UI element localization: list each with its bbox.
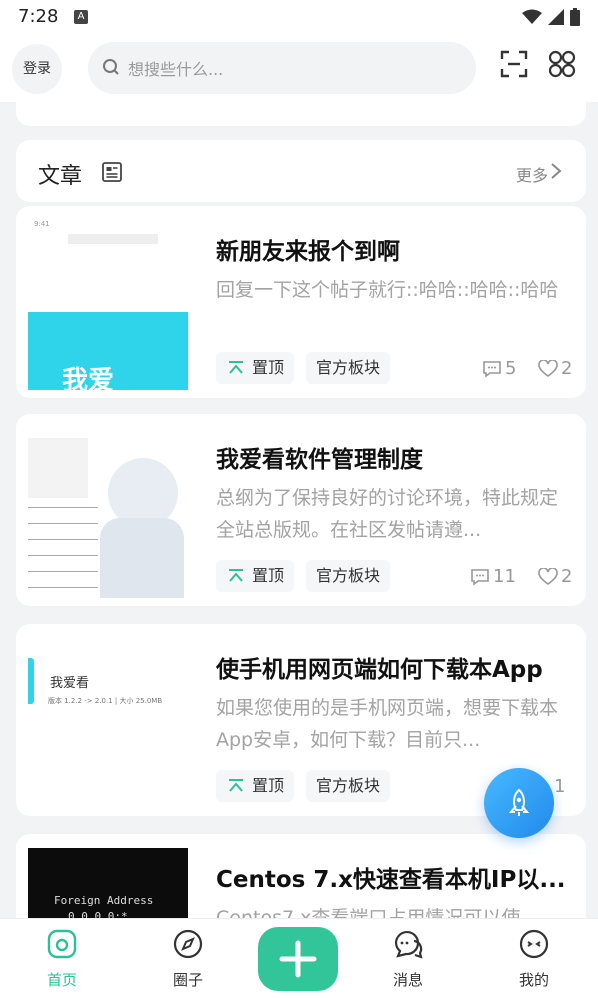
pin-top-icon bbox=[229, 779, 243, 792]
pin-top-icon bbox=[229, 569, 243, 582]
article-title: 使手机用网页端如何下载本App bbox=[216, 657, 543, 683]
comment-count[interactable]: 11 bbox=[470, 566, 516, 587]
tab-label: 我的 bbox=[518, 971, 549, 989]
like-count[interactable]: 2 bbox=[538, 358, 572, 379]
comment-count[interactable]: 5 bbox=[482, 358, 516, 379]
comment-value: 11 bbox=[493, 566, 516, 587]
system-icons bbox=[522, 8, 580, 26]
article-card[interactable]: 我爱看软件管理制度 总纲为了保持良好的讨论环境，特此规定全站总版规。在社区发帖请… bbox=[16, 414, 586, 606]
chevron-right-icon[interactable] bbox=[550, 162, 562, 180]
like-value: 2 bbox=[561, 566, 573, 587]
pinned-tag: 置顶 bbox=[216, 770, 295, 802]
comment-icon bbox=[471, 568, 489, 586]
signal-icon bbox=[548, 9, 564, 25]
like-count[interactable]: 2 bbox=[538, 566, 572, 587]
status-bar: 7:28 A bbox=[0, 0, 598, 34]
like-value: 2 bbox=[561, 358, 573, 379]
login-button[interactable]: 登录 bbox=[12, 44, 62, 94]
tab-me[interactable]: 我的 bbox=[494, 929, 574, 990]
search-icon bbox=[103, 59, 119, 75]
thumbnail-text: 我爱 bbox=[62, 366, 115, 390]
article-desc: 如果您使用的是手机网页端，想要下载本App安卓，如何下载？目前只... bbox=[216, 697, 559, 751]
article-title: 新朋友来报个到啊 bbox=[216, 239, 400, 265]
article-icon bbox=[102, 162, 122, 182]
article-thumbnail: Foreign Address 0.0.0.0:* bbox=[28, 848, 188, 918]
thumbnail-subtext: 版本 1.2.2 -> 2.0.1 | 大小 25.0MB bbox=[48, 697, 163, 705]
section-title: 文章 bbox=[38, 164, 83, 189]
tab-label: 圈子 bbox=[172, 971, 203, 989]
thumbnail-text: Foreign Address bbox=[54, 894, 154, 907]
compass-icon bbox=[173, 929, 203, 959]
thumbnail-subtext: 0.0.0.0:* bbox=[68, 910, 128, 918]
bottom-tab-bar: 首页 圈子 消息 我的 bbox=[0, 918, 598, 998]
articles-section-header: 文章 更多 bbox=[16, 140, 586, 202]
rocket-icon bbox=[508, 788, 530, 816]
notification-badge-icon: A bbox=[74, 10, 88, 24]
article-thumbnail: 9:41 我爱 bbox=[28, 220, 188, 390]
pin-top-icon bbox=[229, 361, 243, 374]
heart-icon bbox=[538, 359, 558, 377]
grid-menu-icon[interactable] bbox=[548, 50, 576, 78]
board-tag[interactable]: 官方板块 bbox=[306, 352, 391, 384]
battery-icon bbox=[570, 8, 580, 26]
article-title: Centos 7.x快速查看本机IP以... bbox=[216, 867, 566, 893]
face-icon bbox=[519, 929, 549, 959]
pinned-tag: 置顶 bbox=[216, 560, 295, 592]
tab-home[interactable]: 首页 bbox=[22, 929, 102, 990]
article-desc: 总纲为了保持良好的讨论环境，特此规定全站总版规。在社区发帖请遵... bbox=[216, 487, 559, 541]
tab-circle[interactable]: 圈子 bbox=[148, 929, 228, 990]
tab-messages[interactable]: 消息 bbox=[368, 929, 448, 990]
tab-label: 首页 bbox=[46, 971, 77, 989]
create-post-button[interactable] bbox=[258, 927, 338, 991]
status-time: 7:28 bbox=[18, 6, 59, 27]
pinned-tag: 置顶 bbox=[216, 352, 295, 384]
comment-value: 5 bbox=[505, 358, 517, 379]
thumbnail-text: 我爱看 bbox=[50, 676, 90, 691]
article-card[interactable]: 9:41 我爱 新朋友来报个到啊 回复一下这个帖子就行::哈哈::哈哈::哈哈 … bbox=[16, 206, 586, 398]
article-title: 我爱看软件管理制度 bbox=[216, 447, 423, 473]
pinned-label: 置顶 bbox=[252, 776, 285, 795]
article-desc: 回复一下这个帖子就行::哈哈::哈哈::哈哈 bbox=[216, 279, 559, 301]
rocket-fab-button[interactable] bbox=[484, 768, 554, 838]
wifi-icon bbox=[522, 9, 542, 24]
article-card[interactable]: Foreign Address 0.0.0.0:* Centos 7.x快速查看… bbox=[16, 834, 586, 918]
top-header: 登录 想搜些什么... bbox=[0, 34, 598, 102]
plus-icon bbox=[279, 940, 317, 978]
article-thumbnail bbox=[28, 428, 188, 598]
board-tag[interactable]: 官方板块 bbox=[306, 560, 391, 592]
comment-icon bbox=[483, 360, 501, 378]
like-count[interactable]: 1 bbox=[554, 776, 565, 797]
article-desc: Centos7.x查看端口占用情况可以使 bbox=[216, 907, 521, 918]
pinned-label: 置顶 bbox=[252, 566, 285, 585]
previous-card-bottom bbox=[16, 102, 586, 126]
chat-icon bbox=[394, 931, 423, 959]
pinned-label: 置顶 bbox=[252, 358, 285, 377]
article-thumbnail: 我爱看 版本 1.2.2 -> 2.0.1 | 大小 25.0MB bbox=[28, 638, 188, 808]
tab-label: 消息 bbox=[392, 971, 423, 989]
search-placeholder: 想搜些什么... bbox=[128, 60, 224, 79]
heart-icon bbox=[538, 567, 558, 585]
search-input[interactable]: 想搜些什么... bbox=[88, 42, 476, 94]
more-link[interactable]: 更多 bbox=[516, 162, 548, 186]
board-tag[interactable]: 官方板块 bbox=[306, 770, 391, 802]
like-value: 1 bbox=[554, 776, 566, 797]
scan-icon[interactable] bbox=[500, 50, 528, 78]
home-icon bbox=[47, 929, 77, 959]
